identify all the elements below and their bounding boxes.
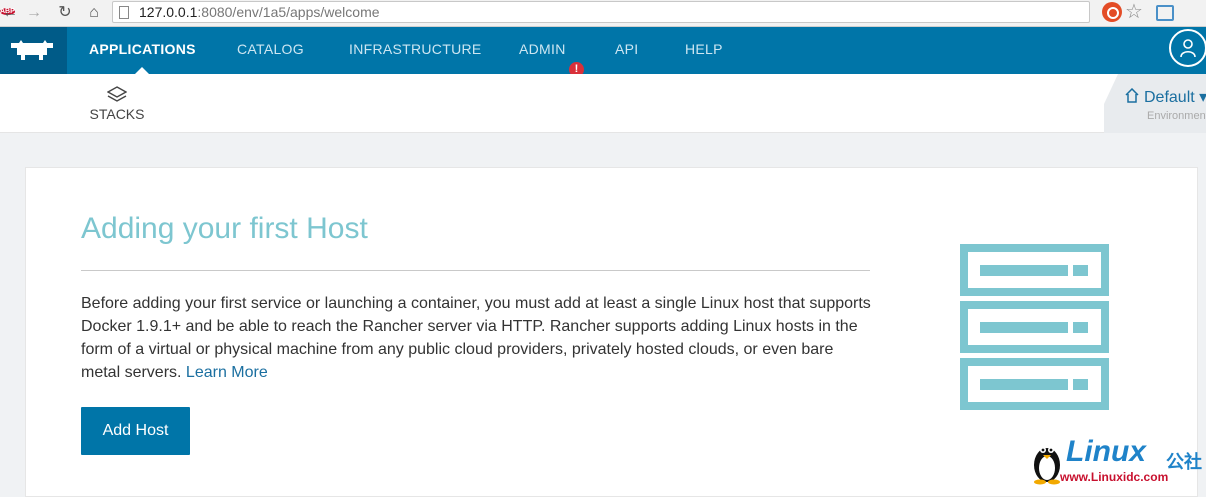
bookmark-star-icon[interactable]: ☆: [1124, 2, 1144, 22]
environment-name: Default ▾: [1124, 87, 1206, 107]
page-title: Adding your first Host: [81, 212, 368, 245]
stacks-layers-icon: [107, 86, 127, 102]
environment-selector[interactable]: Default ▾ Environment: [1104, 74, 1206, 133]
home-icon[interactable]: ⌂: [84, 3, 104, 23]
extension-icon[interactable]: [1102, 2, 1122, 22]
page-icon: [119, 6, 129, 19]
learn-more-link[interactable]: Learn More: [186, 364, 268, 381]
welcome-description: Before adding your first service or laun…: [81, 292, 871, 384]
nav-admin[interactable]: ADMIN: [519, 27, 566, 74]
server-rack-illustration: [960, 244, 1109, 410]
address-bar[interactable]: 127.0.0.1:8080/env/1a5/apps/welcome: [112, 1, 1090, 23]
url-path: :8080/env/1a5/apps/welcome: [197, 4, 380, 20]
back-arrow-icon[interactable]: ←: [0, 3, 20, 23]
penguin-logo-icon: [1034, 447, 1060, 485]
nav-catalog[interactable]: CATALOG: [237, 27, 304, 74]
user-menu-button[interactable]: [1169, 29, 1206, 67]
url-text[interactable]: 127.0.0.1:8080/env/1a5/apps/welcome: [139, 3, 380, 21]
sub-navigation: STACKS Default ▾ Environment: [0, 74, 1206, 133]
top-navigation: APPLICATIONS CATALOG INFRASTRUCTURE ADMI…: [0, 27, 1206, 77]
chevron-down-icon: ▾: [1194, 89, 1206, 106]
watermark-url: www.Linuxidc.com: [1060, 470, 1169, 484]
rancher-logo[interactable]: [0, 27, 67, 74]
nav-help[interactable]: HELP: [685, 27, 723, 74]
add-host-button[interactable]: Add Host: [81, 407, 190, 455]
screen-extension-icon[interactable]: [1156, 5, 1174, 21]
environment-subtitle: Environment: [1147, 110, 1206, 122]
watermark-brand-cn: 公社: [1166, 452, 1202, 472]
watermark-brand: Linux: [1066, 435, 1146, 468]
reload-icon[interactable]: ↻: [55, 3, 75, 23]
title-divider: [81, 270, 870, 271]
forward-arrow-icon[interactable]: →: [24, 3, 44, 23]
browser-toolbar: ← → ↻ ⌂ 127.0.0.1:8080/env/1a5/apps/welc…: [0, 0, 1206, 27]
nav-applications[interactable]: APPLICATIONS: [89, 27, 196, 74]
stacks-tab[interactable]: STACKS: [86, 86, 148, 122]
nav-infrastructure[interactable]: INFRASTRUCTURE: [349, 27, 482, 74]
user-icon: [1180, 39, 1196, 58]
rancher-cow-icon: [11, 40, 53, 60]
environment-name-text: Default: [1144, 89, 1195, 106]
linuxidc-watermark: Linux 公社 www.Linuxidc.com: [1030, 435, 1206, 486]
welcome-card: Adding your first Host Before adding you…: [25, 167, 1198, 497]
url-host: 127.0.0.1: [139, 4, 198, 20]
nav-api[interactable]: API: [615, 27, 638, 74]
environment-home-icon: [1125, 88, 1139, 103]
stacks-label: STACKS: [89, 106, 145, 122]
